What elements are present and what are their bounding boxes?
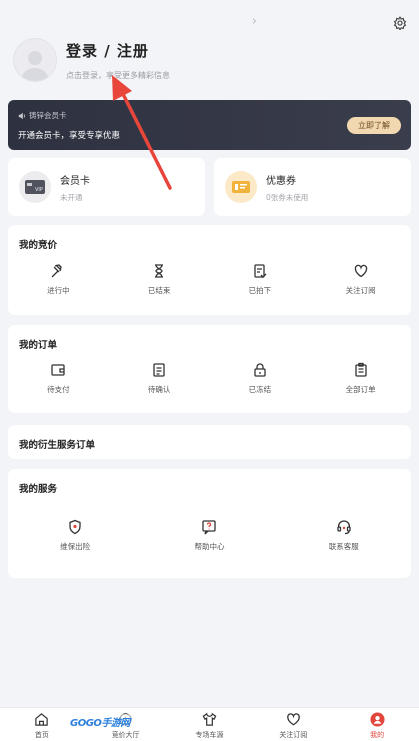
order-label: 待支付 bbox=[47, 385, 70, 394]
bidding-ended[interactable]: 已结束 bbox=[109, 263, 210, 296]
order-frozen[interactable]: 已冻结 bbox=[210, 362, 311, 395]
bidding-label: 进行中 bbox=[47, 286, 70, 295]
heart-icon bbox=[286, 712, 300, 725]
bidding-label: 已结束 bbox=[147, 286, 171, 295]
tab-label: 我的 bbox=[370, 730, 385, 739]
svg-text:VIP: VIP bbox=[35, 187, 43, 193]
bidding-label: 关注订阅 bbox=[345, 286, 376, 295]
tab-label: 首页 bbox=[34, 730, 49, 739]
order-pending-payment[interactable]: 待支付 bbox=[8, 362, 109, 395]
login-subtitle: 点击登录，享受更多精彩信息 bbox=[66, 70, 170, 80]
question-icon bbox=[202, 520, 217, 535]
vip-tag: 铸锌会员卡 bbox=[18, 110, 67, 121]
wallet-icon bbox=[51, 364, 66, 376]
order-all[interactable]: 全部订单 bbox=[310, 362, 411, 395]
service-label: 联系客服 bbox=[328, 542, 359, 551]
user-icon bbox=[370, 711, 385, 727]
order-label: 全部订单 bbox=[345, 385, 376, 394]
orders-section: 我的订单 待支付 待确认 已冻结 全部订单 bbox=[8, 325, 411, 413]
service-contact[interactable]: 联系客服 bbox=[277, 519, 411, 552]
derivative-orders-row[interactable]: 我的衍生服务订单 bbox=[8, 425, 411, 459]
lock-icon bbox=[254, 363, 266, 377]
tshirt-icon bbox=[202, 712, 217, 726]
vip-card-icon: VIP bbox=[19, 171, 51, 203]
bidding-won[interactable]: 已拍下 bbox=[210, 263, 311, 296]
headset-icon bbox=[337, 520, 351, 535]
tab-label: 竞价大厅 bbox=[111, 730, 140, 739]
heart-icon bbox=[354, 264, 367, 278]
coupon-entry[interactable]: 优惠券 0张券未使用 bbox=[214, 158, 411, 216]
shield-icon bbox=[69, 519, 81, 535]
services-section: 我的服务 维保出险 帮助中心 联系客服 bbox=[8, 469, 411, 578]
tab-label: 专场车源 bbox=[195, 730, 224, 739]
coupon-icon bbox=[225, 171, 257, 203]
default-avatar-icon bbox=[21, 51, 49, 81]
settings-gear-icon[interactable] bbox=[393, 16, 407, 30]
vip-description: 开通会员卡，享受专享优惠 bbox=[18, 131, 121, 141]
login-register-link[interactable]: 登录 / 注册 bbox=[66, 40, 170, 61]
bidding-label: 已拍下 bbox=[248, 286, 272, 295]
learn-more-button[interactable]: 立即了解 bbox=[347, 117, 401, 134]
tab-follow[interactable]: 关注订阅 bbox=[251, 708, 335, 741]
clipboard-icon bbox=[354, 362, 367, 377]
bidding-in-progress[interactable]: 进行中 bbox=[8, 263, 109, 296]
coupon-title: 优惠券 bbox=[266, 175, 296, 187]
order-label: 待确认 bbox=[147, 385, 171, 394]
home-icon bbox=[35, 712, 49, 726]
bidding-title: 我的竞价 bbox=[19, 240, 58, 251]
gavel-icon bbox=[51, 264, 63, 278]
order-pending-confirm[interactable]: 待确认 bbox=[109, 362, 210, 395]
bidding-section: 我的竞价 进行中 已结束 已拍下 关注订阅 bbox=[8, 225, 411, 315]
derivative-orders-title: 我的衍生服务订单 bbox=[19, 440, 96, 451]
speaker-icon bbox=[18, 112, 25, 119]
service-help-center[interactable]: 帮助中心 bbox=[142, 519, 276, 552]
profile-header[interactable]: 登录 / 注册 点击登录，享受更多精彩信息 bbox=[13, 36, 406, 84]
tab-special-cars[interactable]: 专场车源 bbox=[168, 708, 252, 741]
order-label: 已冻结 bbox=[248, 385, 272, 394]
service-label: 维保出险 bbox=[60, 542, 91, 551]
bidding-follow[interactable]: 关注订阅 bbox=[310, 263, 411, 296]
document-icon bbox=[153, 363, 165, 377]
tab-mine[interactable]: 我的 bbox=[335, 708, 419, 741]
coupon-status: 0张券未使用 bbox=[266, 192, 309, 202]
orders-title: 我的订单 bbox=[19, 340, 58, 351]
avatar[interactable] bbox=[13, 38, 57, 82]
hourglass-icon bbox=[155, 264, 164, 278]
vip-banner[interactable]: 铸锌会员卡 开通会员卡，享受专享优惠 立即了解 bbox=[8, 100, 411, 150]
vip-tag-label: 铸锌会员卡 bbox=[29, 111, 67, 120]
member-card-status: 未开通 bbox=[60, 192, 83, 202]
services-title: 我的服务 bbox=[19, 484, 58, 495]
member-card-title: 会员卡 bbox=[60, 175, 90, 187]
tab-label: 关注订阅 bbox=[279, 730, 308, 739]
bottom-tab-bar: 首页 竞价大厅 专场车源 关注订阅 我的 bbox=[0, 707, 419, 741]
document-check-icon bbox=[254, 264, 267, 278]
site-watermark: GOGO手游网 bbox=[68, 714, 132, 729]
service-label: 帮助中心 bbox=[194, 542, 225, 551]
service-maintenance[interactable]: 维保出险 bbox=[8, 519, 142, 552]
chevron-right-icon[interactable]: › bbox=[252, 14, 257, 29]
member-card-entry[interactable]: VIP 会员卡 未开通 bbox=[8, 158, 205, 216]
